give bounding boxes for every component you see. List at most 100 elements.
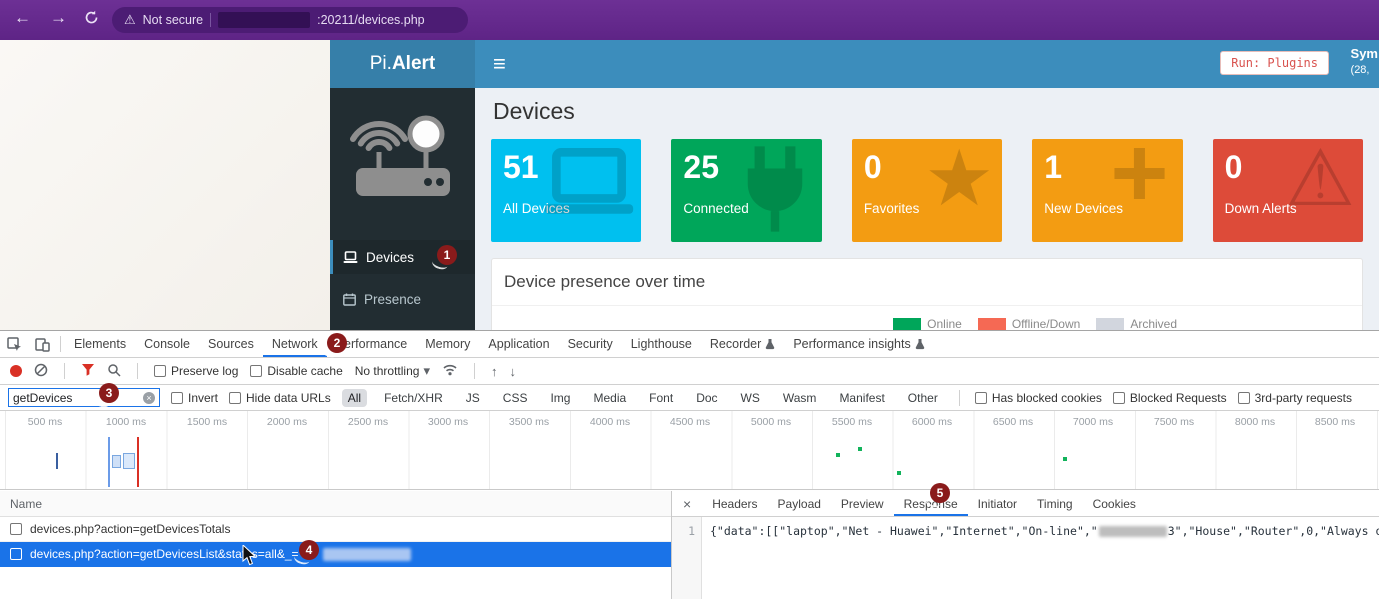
filter-type-img[interactable]: Img: [544, 389, 576, 407]
user-info[interactable]: Sym (28,: [1351, 46, 1378, 77]
page-title: Devices: [493, 98, 1363, 125]
tab-label: Memory: [425, 337, 470, 351]
timeline-label: 8000 ms: [1235, 416, 1275, 428]
filter-type-doc[interactable]: Doc: [690, 389, 723, 407]
tab-label: Network: [272, 337, 318, 351]
resp-tab-cookies[interactable]: Cookies: [1083, 491, 1146, 516]
address-bar[interactable]: ⚠ Not secure :20211/devices.php: [112, 7, 468, 33]
import-har-icon[interactable]: ↑: [491, 364, 498, 379]
filter-type-font[interactable]: Font: [643, 389, 679, 407]
has-blocked-cookies-checkbox[interactable]: Has blocked cookies: [975, 391, 1102, 405]
stat-card-all-devices[interactable]: 51 All Devices: [491, 139, 641, 242]
clear-network-log-icon[interactable]: [34, 363, 48, 380]
top-navbar: ≡ Run: Plugins Sym (28,: [475, 40, 1379, 88]
filter-type-media[interactable]: Media: [587, 389, 632, 407]
requests-header[interactable]: Name: [0, 491, 671, 517]
filter-type-ws[interactable]: WS: [735, 389, 766, 407]
sidebar: Pi.Alert: [330, 40, 475, 330]
brand-bold: Alert: [392, 53, 435, 75]
stat-card-favorites[interactable]: 0 Favorites ★: [852, 139, 1002, 242]
record-network-log-icon[interactable]: [10, 365, 22, 377]
filter-type-css[interactable]: CSS: [497, 389, 534, 407]
tab-lighthouse[interactable]: Lighthouse: [622, 331, 701, 357]
tab-elements[interactable]: Elements: [65, 331, 135, 357]
resp-tab-headers[interactable]: Headers: [702, 491, 767, 516]
sidebar-item-label: Devices: [366, 250, 414, 265]
network-overview[interactable]: 500 ms 1000 ms 1500 ms 2000 ms 2500 ms 3…: [0, 411, 1379, 490]
clear-filter-icon[interactable]: ×: [143, 392, 155, 404]
checkbox-box[interactable]: [10, 548, 22, 560]
resp-tab-payload[interactable]: Payload: [768, 491, 831, 516]
third-party-requests-checkbox[interactable]: 3rd-party requests: [1238, 391, 1352, 405]
resp-tab-initiator[interactable]: Initiator: [968, 491, 1027, 516]
load-event-line: [137, 437, 139, 487]
star-icon: ★: [924, 139, 994, 217]
filter-type-manifest[interactable]: Manifest: [833, 389, 890, 407]
run-plugins-button[interactable]: Run: Plugins: [1220, 51, 1329, 75]
filter-type-js[interactable]: JS: [460, 389, 486, 407]
line-number: 1: [688, 524, 695, 538]
sidebar-item-presence[interactable]: Presence: [330, 282, 475, 316]
export-har-icon[interactable]: ↓: [509, 364, 516, 379]
filter-input[interactable]: getDevices ×: [8, 388, 160, 407]
menu-toggle-icon[interactable]: ≡: [493, 51, 506, 77]
invert-checkbox[interactable]: Invert: [171, 391, 218, 405]
back-arrow-icon[interactable]: ←: [14, 8, 31, 28]
hide-data-urls-checkbox[interactable]: Hide data URLs: [229, 391, 331, 405]
page-content: Devices 51 All Devices 25 Connected: [475, 88, 1379, 330]
close-icon[interactable]: ×: [672, 491, 702, 516]
waterfall-mark: [112, 455, 121, 468]
filter-type-other[interactable]: Other: [902, 389, 944, 407]
tab-network[interactable]: Network: [263, 331, 327, 357]
stat-card-connected[interactable]: 25 Connected: [671, 139, 821, 242]
blocked-requests-checkbox[interactable]: Blocked Requests: [1113, 391, 1227, 405]
preserve-log-checkbox[interactable]: Preserve log: [154, 364, 238, 378]
forward-arrow-icon[interactable]: →: [50, 8, 67, 28]
response-text: 3","House","Router",0,"Always on: [1168, 524, 1379, 538]
filter-type-fetch-xhr[interactable]: Fetch/XHR: [378, 389, 449, 407]
device-toolbar-icon[interactable]: [28, 331, 56, 357]
reload-icon[interactable]: [84, 10, 99, 30]
checkbox-label: Has blocked cookies: [992, 391, 1102, 405]
request-row[interactable]: devices.php?action=getDevicesTotals: [0, 517, 671, 542]
disable-cache-checkbox[interactable]: Disable cache: [250, 364, 342, 378]
timeline-label: 1000 ms: [106, 416, 146, 428]
legend-item-online: Online: [893, 317, 962, 330]
search-icon[interactable]: [107, 363, 121, 380]
annotation-badge-1: 1: [437, 245, 457, 265]
checkbox-label: Hide data URLs: [246, 391, 331, 405]
network-toolbar: Preserve log Disable cache No throttling…: [0, 358, 1379, 385]
tab-performance-insights[interactable]: Performance insights: [784, 331, 933, 357]
tab-console[interactable]: Console: [135, 331, 199, 357]
tab-security[interactable]: Security: [559, 331, 622, 357]
tab-memory[interactable]: Memory: [416, 331, 479, 357]
checkbox-box: [975, 392, 987, 404]
laptop-icon: [343, 251, 358, 264]
timeline-label: 3500 ms: [509, 416, 549, 428]
name-column-header: Name: [10, 497, 42, 511]
checkbox-box[interactable]: [10, 523, 22, 535]
filter-funnel-icon[interactable]: [81, 363, 95, 379]
checkbox-box: [171, 392, 183, 404]
response-body[interactable]: 1 {"data":[["laptop","Net - Huawei","Int…: [672, 517, 1379, 599]
throttling-value: No throttling: [355, 364, 420, 378]
request-row-selected[interactable]: devices.php?action=getDevicesList&status…: [0, 542, 671, 567]
tab-recorder[interactable]: Recorder: [701, 331, 784, 357]
filter-type-all[interactable]: All: [342, 389, 367, 407]
response-panel: × Headers Payload Preview Response Initi…: [672, 491, 1379, 599]
waterfall-mark: [1063, 457, 1067, 461]
resp-tab-timing[interactable]: Timing: [1027, 491, 1083, 516]
network-conditions-icon[interactable]: [442, 363, 458, 379]
resp-tab-preview[interactable]: Preview: [831, 491, 894, 516]
filter-type-wasm[interactable]: Wasm: [777, 389, 823, 407]
throttling-dropdown[interactable]: No throttling ▾: [355, 363, 430, 379]
tab-sources[interactable]: Sources: [199, 331, 263, 357]
stat-card-new-devices[interactable]: 1 New Devices +: [1032, 139, 1182, 242]
inspect-element-icon[interactable]: [0, 331, 28, 357]
waterfall-mark: [836, 453, 840, 457]
tab-application[interactable]: Application: [479, 331, 558, 357]
stat-card-down-alerts[interactable]: 0 Down Alerts ⚠: [1213, 139, 1363, 242]
tab-label: Elements: [74, 337, 126, 351]
dom-content-loaded-line: [108, 437, 110, 487]
legend-item-offline: Offline/Down: [978, 317, 1080, 330]
